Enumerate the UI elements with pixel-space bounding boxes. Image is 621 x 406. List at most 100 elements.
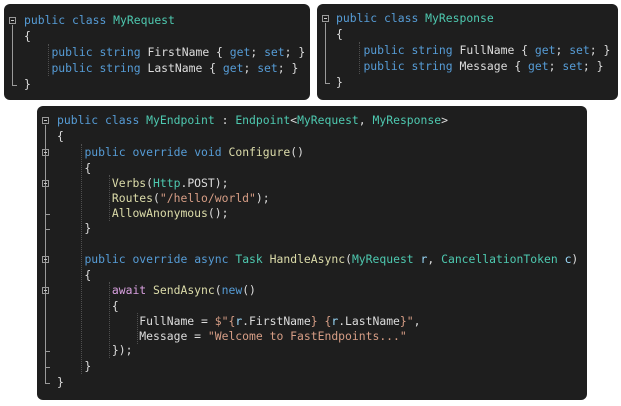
- collapse-toggle-icon[interactable]: [42, 287, 49, 294]
- code-token: MyRequest: [351, 252, 414, 266]
- fold-range-end: [12, 85, 17, 86]
- code-token: FullName {: [452, 43, 535, 57]
- code-token: ();: [207, 206, 229, 220]
- code-token: (: [153, 191, 160, 205]
- fold-range-line: [45, 295, 46, 351]
- code-token: } {: [310, 314, 332, 328]
- code-token: ; }: [277, 61, 299, 75]
- code-token: public: [24, 13, 66, 27]
- code-token: get: [528, 59, 549, 73]
- code-token: {: [57, 299, 119, 313]
- code-token: ;: [243, 61, 258, 75]
- code-token: MyResponse: [425, 11, 494, 25]
- code-token: MyEndpoint: [146, 113, 215, 127]
- code-token: }: [24, 77, 31, 91]
- code-line: }: [57, 220, 91, 236]
- code-token: string: [411, 43, 453, 57]
- code-token: ,: [427, 252, 442, 266]
- code-token: $"{: [214, 314, 236, 328]
- code-token: string: [99, 45, 141, 59]
- code-token: LastName {: [140, 61, 223, 75]
- code-token: override: [132, 252, 188, 266]
- code-token: new: [221, 283, 243, 297]
- code-token: MyRequest: [113, 13, 175, 27]
- collapse-toggle-icon[interactable]: [42, 180, 49, 187]
- code-token: (: [345, 252, 352, 266]
- code-token: SendAsync: [153, 283, 215, 297]
- code-token: Routes: [111, 191, 154, 205]
- code-token: Verbs: [111, 176, 147, 190]
- code-token: });: [57, 343, 133, 357]
- code-token: "/hello/world": [159, 191, 256, 205]
- code-line: }: [57, 374, 64, 390]
- code-token: public: [84, 145, 126, 159]
- code-line: }: [57, 358, 91, 374]
- code-token: }: [57, 375, 64, 389]
- code-token: ; }: [589, 43, 611, 57]
- fold-range-end: [325, 83, 330, 84]
- fold-range-end: [45, 214, 50, 215]
- code-token: set: [569, 43, 590, 57]
- code-token: class: [72, 13, 107, 27]
- collapse-toggle-icon[interactable]: [322, 15, 329, 22]
- fold-range-end: [45, 229, 50, 230]
- code-token: ; }: [284, 45, 306, 59]
- code-token: ,: [413, 314, 421, 328]
- code-line: public class MyRequest: [24, 12, 175, 28]
- code-line: public class MyEndpoint : Endpoint<MyReq…: [57, 112, 448, 128]
- code-token: FirstName {: [140, 45, 230, 59]
- code-token: (): [290, 145, 304, 159]
- code-line: public string FirstName { get; set; }: [24, 44, 305, 60]
- code-token: {: [336, 27, 343, 41]
- code-token: class: [384, 11, 419, 25]
- code-token: {: [57, 161, 92, 175]
- code-token: }: [57, 359, 92, 373]
- code-line: public string LastName { get; set; }: [24, 60, 298, 76]
- code-token: HandleAsync: [269, 252, 346, 266]
- code-line: }: [336, 74, 343, 90]
- code-token: set: [562, 59, 583, 73]
- code-token: {: [24, 29, 31, 43]
- collapse-toggle-icon[interactable]: [42, 149, 49, 156]
- code-token: AllowAnonymous: [111, 206, 208, 220]
- code-token: Endpoint: [235, 113, 291, 127]
- code-line: });: [57, 342, 133, 358]
- code-token: ;: [250, 45, 265, 59]
- collapse-toggle-icon[interactable]: [42, 117, 49, 124]
- code-token: void: [194, 145, 222, 159]
- code-line: await SendAsync(new(): [57, 282, 256, 298]
- code-line: {: [57, 298, 119, 314]
- code-token: (: [146, 176, 154, 190]
- code-token: );: [255, 191, 270, 205]
- collapse-toggle-icon[interactable]: [9, 17, 16, 24]
- code-token: }: [336, 75, 343, 89]
- code-line: {: [57, 267, 91, 283]
- code-token: }": [399, 314, 414, 328]
- code-token: ,: [358, 113, 373, 127]
- code-token: override: [132, 145, 188, 159]
- code-token: string: [411, 59, 453, 73]
- collapse-toggle-icon[interactable]: [42, 256, 49, 263]
- fold-range-end: [45, 383, 50, 384]
- code-token: public: [363, 59, 405, 73]
- my-request-code-panel: public class MyRequest{ public string Fi…: [4, 4, 310, 100]
- code-token: :: [214, 113, 236, 127]
- fold-range-line: [12, 25, 13, 85]
- code-token: set: [257, 61, 278, 75]
- code-token: (: [214, 283, 222, 297]
- fold-range-end: [45, 367, 50, 368]
- code-token: set: [264, 45, 285, 59]
- code-line: {: [24, 28, 31, 44]
- code-token: (): [242, 283, 256, 297]
- code-token: public: [51, 61, 93, 75]
